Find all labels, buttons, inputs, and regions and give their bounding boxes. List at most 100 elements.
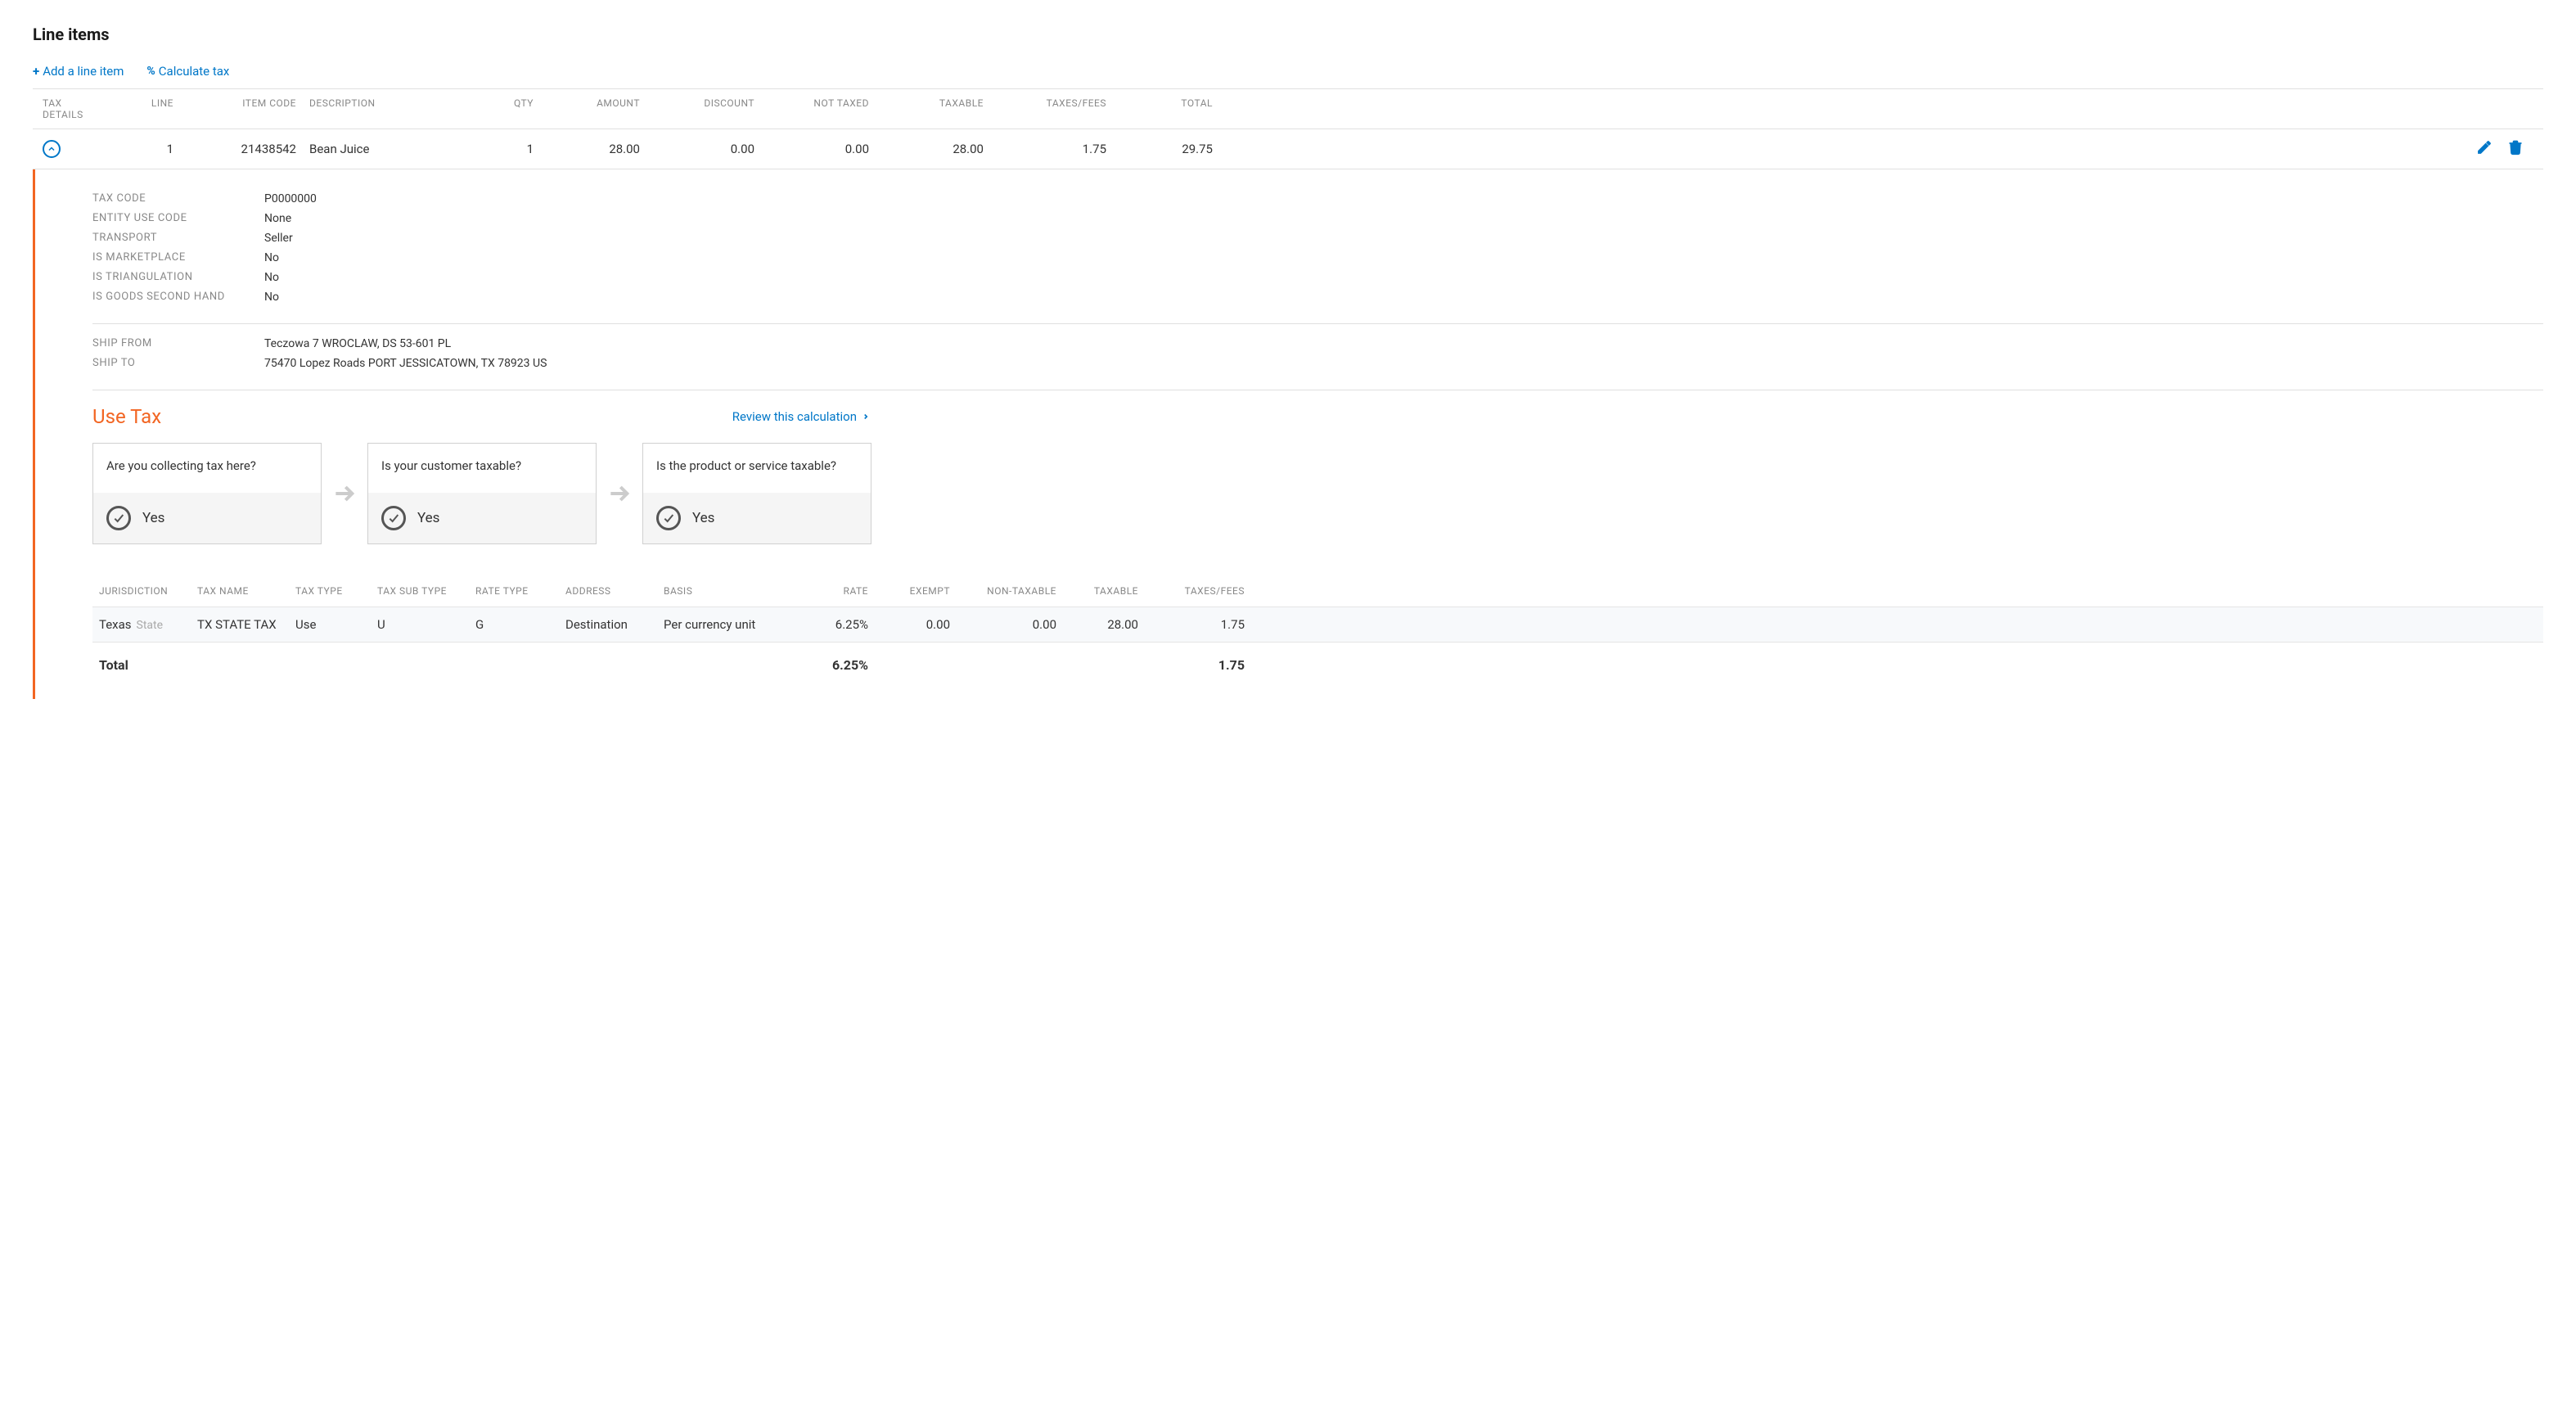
jcell-rate-type: G [475,617,565,632]
value-ship-from: Teczowa 7 WROCLAW, DS 53-601 PL [264,337,451,350]
percent-icon: % [146,65,155,78]
col-description: DESCRIPTION [296,97,460,120]
delete-icon[interactable] [2507,139,2524,159]
calculate-tax-link[interactable]: % Calculate tax [146,64,229,79]
jcol-non-taxable: NON-TAXABLE [950,585,1056,597]
jcol-tax-type: TAX TYPE [295,585,377,597]
jcol-address: ADDRESS [565,585,664,597]
cell-taxable: 28.00 [869,142,984,156]
collapse-icon[interactable] [43,140,61,158]
jurisdiction-table: JURISDICTION TAX NAME TAX TYPE TAX SUB T… [92,575,2543,683]
table-header-row: TAX DETAILS LINE ITEM CODE DESCRIPTION Q… [33,89,2543,129]
jcell-tax-name: TX STATE TAX [197,617,295,632]
check-circle-icon [381,506,406,530]
cell-not-taxed: 0.00 [754,142,869,156]
jcell-rate: 6.25% [803,617,868,632]
value-transport: Seller [264,232,293,245]
value-tax-code: P0000000 [264,192,317,205]
jcol-rate-type: RATE TYPE [475,585,565,597]
jcol-exempt: EXEMPT [868,585,950,597]
edit-icon[interactable] [2476,139,2493,159]
line-items-table: TAX DETAILS LINE ITEM CODE DESCRIPTION Q… [33,88,2543,169]
check-circle-icon [106,506,131,530]
card-answer: Yes [93,493,321,543]
jcell-non-taxable: 0.00 [950,617,1056,632]
chevron-right-icon [862,413,870,421]
cell-amount: 28.00 [534,142,640,156]
usetax-title: Use Tax [92,405,161,428]
jcol-basis: BASIS [664,585,803,597]
juris-data-row: TexasState TX STATE TAX Use U G Destinat… [92,607,2543,643]
check-circle-icon [656,506,681,530]
juris-total-row: Total 6.25% 1.75 [92,643,2543,683]
cell-taxes-fees: 1.75 [984,142,1106,156]
jcell-tax-sub-type: U [377,617,475,632]
card-answer: Yes [368,493,596,543]
jcol-jurisdiction: JURISDICTION [99,585,197,597]
label-is-goods-second-hand: IS GOODS SECOND HAND [92,291,264,304]
card-question: Are you collecting tax here? [93,444,321,493]
col-item-code: ITEM CODE [173,97,296,120]
juris-header-row: JURISDICTION TAX NAME TAX TYPE TAX SUB T… [92,575,2543,607]
detail-section-codes: TAX CODEP0000000 ENTITY USE CODENone TRA… [92,192,2543,324]
add-line-item-label: Add a line item [43,64,124,79]
jcell-jurisdiction: TexasState [99,617,197,632]
col-amount: AMOUNT [534,97,640,120]
add-line-item-link[interactable]: + Add a line item [33,64,124,79]
card-question: Is your customer taxable? [368,444,596,493]
value-is-triangulation: No [264,271,279,284]
tax-card-product: Is the product or service taxable? Yes [642,443,871,544]
jtotal-taxes-fees: 1.75 [1138,657,1245,673]
jtotal-label: Total [99,657,197,673]
line-detail-panel: TAX CODEP0000000 ENTITY USE CODENone TRA… [33,169,2543,699]
label-ship-to: SHIP TO [92,357,264,370]
col-line: LINE [92,97,173,120]
cell-item-code: 21438542 [173,142,296,156]
label-transport: TRANSPORT [92,232,264,245]
jcol-rate: RATE [803,585,868,597]
card-question: Is the product or service taxable? [643,444,871,493]
col-taxable: TAXABLE [869,97,984,120]
jcell-taxes-fees: 1.75 [1138,617,1245,632]
detail-section-shipping: SHIP FROMTeczowa 7 WROCLAW, DS 53-601 PL… [92,337,2543,390]
tax-card-collecting: Are you collecting tax here? Yes [92,443,322,544]
usetax-cards: Are you collecting tax here? Yes Is your… [92,443,2543,544]
col-taxes-fees: TAXES/FEES [984,97,1106,120]
review-calculation-link[interactable]: Review this calculation [732,409,870,424]
cell-qty: 1 [460,142,534,156]
value-entity-use-code: None [264,212,291,225]
jtotal-rate: 6.25% [803,657,868,673]
actions-bar: + Add a line item % Calculate tax [33,64,2543,79]
card-answer-text: Yes [142,510,164,526]
review-calculation-label: Review this calculation [732,409,857,424]
card-answer: Yes [643,493,871,543]
value-is-marketplace: No [264,251,279,264]
col-not-taxed: NOT TAXED [754,97,869,120]
cell-line: 1 [92,142,173,156]
usetax-header: Use Tax Review this calculation [92,405,870,428]
jcell-exempt: 0.00 [868,617,950,632]
value-ship-to: 75470 Lopez Roads PORT JESSICATOWN, TX 7… [264,357,547,370]
card-answer-text: Yes [692,510,714,526]
label-ship-from: SHIP FROM [92,337,264,350]
jcell-address: Destination [565,617,664,632]
label-is-triangulation: IS TRIANGULATION [92,271,264,284]
value-is-goods-second-hand: No [264,291,279,304]
plus-icon: + [33,64,39,79]
calculate-tax-label: Calculate tax [159,64,230,79]
jcol-tax-sub-type: TAX SUB TYPE [377,585,475,597]
tax-card-customer: Is your customer taxable? Yes [367,443,597,544]
cell-description: Bean Juice [296,142,460,156]
arrow-right-icon [331,480,358,507]
label-is-marketplace: IS MARKETPLACE [92,251,264,264]
cell-discount: 0.00 [640,142,754,156]
label-tax-code: TAX CODE [92,192,264,205]
col-qty: QTY [460,97,534,120]
label-entity-use-code: ENTITY USE CODE [92,212,264,225]
jcol-taxes-fees: TAXES/FEES [1138,585,1245,597]
arrow-right-icon [606,480,633,507]
page-title: Line items [33,25,2543,44]
col-tax-details: TAX DETAILS [43,97,92,120]
jcell-tax-type: Use [295,617,377,632]
col-discount: DISCOUNT [640,97,754,120]
